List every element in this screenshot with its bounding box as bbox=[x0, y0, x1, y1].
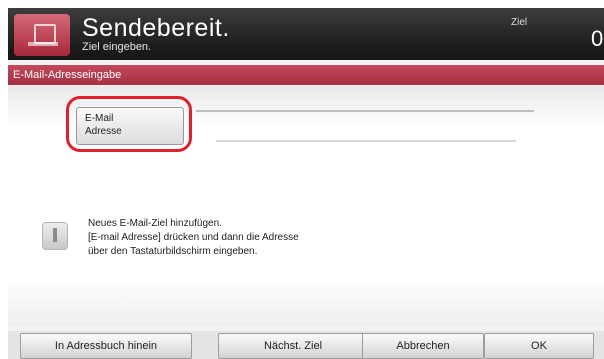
status-header: Sendebereit. Ziel eingeben. Ziel 0 bbox=[8, 8, 604, 60]
page-subtitle: Ziel eingeben. bbox=[82, 41, 152, 53]
home-icon-outline bbox=[34, 24, 56, 44]
destination-label: Ziel bbox=[511, 17, 528, 28]
section-title: E-Mail-Adresseingabe bbox=[13, 69, 122, 81]
info-line: Neues E-Mail-Ziel hinzufügen. bbox=[88, 218, 222, 229]
section-bar: E-Mail-Adresseingabe bbox=[8, 65, 604, 85]
info-message: Neues E-Mail-Ziel hinzufügen. [E-mail Ad… bbox=[88, 217, 299, 259]
email-address-button-label: E-Mail Adresse bbox=[85, 113, 122, 137]
info-line: über den Tastaturbildschirm eingeben. bbox=[88, 246, 258, 257]
info-icon bbox=[42, 222, 68, 250]
home-icon[interactable] bbox=[14, 14, 70, 56]
home-icon-base bbox=[28, 42, 58, 46]
send-screen: Sendebereit. Ziel eingeben. Ziel 0 E-Mai… bbox=[8, 8, 604, 359]
email-address-field[interactable] bbox=[196, 106, 536, 144]
email-address-button[interactable]: E-Mail Adresse bbox=[76, 107, 184, 145]
ok-button[interactable]: OK bbox=[484, 333, 594, 359]
add-to-address-book-button[interactable]: In Adressbuch hinein bbox=[20, 333, 192, 359]
field-top-line bbox=[196, 110, 534, 112]
info-icon-mark bbox=[53, 228, 57, 242]
info-line: [E-mail Adresse] drücken und dann die Ad… bbox=[88, 232, 299, 243]
field-bottom-line bbox=[216, 140, 516, 142]
next-destination-button[interactable]: Nächst. Ziel bbox=[218, 333, 368, 359]
page-title: Sendebereit. bbox=[82, 14, 230, 42]
cancel-button[interactable]: Abbrechen bbox=[362, 333, 484, 359]
destination-count: 0 bbox=[591, 26, 604, 51]
